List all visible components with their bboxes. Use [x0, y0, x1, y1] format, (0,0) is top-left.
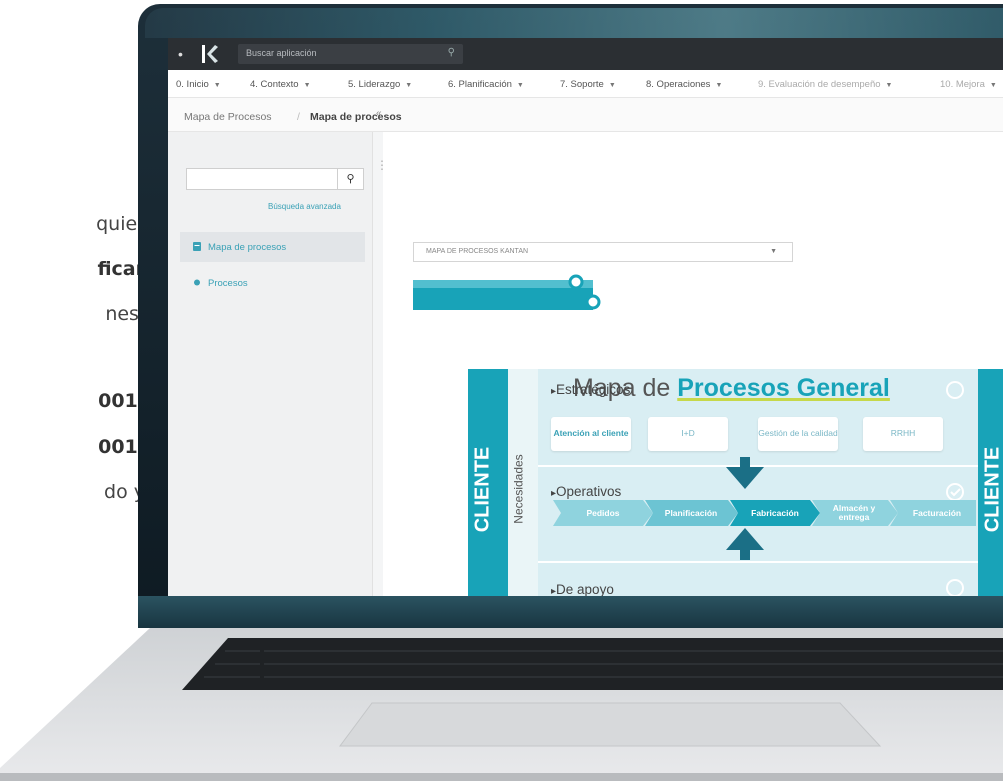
nav-item-mejora[interactable]: 10. Mejora ▼: [940, 79, 997, 90]
connector-node: [568, 274, 584, 290]
laptop-reflection: [145, 8, 1003, 38]
chevron-down-icon: ▼: [715, 82, 723, 89]
chevron-down-icon: ▼: [885, 82, 893, 89]
app-topbar: • Buscar aplicación ⚲: [168, 38, 1003, 70]
section-operative-title: Operativos: [551, 484, 621, 499]
nav-label: 5. Liderazgo: [348, 79, 401, 90]
sidebar-item-label: Procesos: [208, 278, 248, 289]
strategic-box[interactable]: RRHH: [863, 417, 943, 451]
section-strategic-title: Estratégicos: [551, 382, 630, 397]
nav-label: 6. Planificación: [448, 79, 512, 90]
section-support-title: De apoyo: [551, 582, 614, 596]
needs-label: Necesidades: [511, 454, 526, 524]
search-placeholder: Buscar aplicación: [246, 48, 317, 58]
strategic-box[interactable]: Gestión de la calidad: [758, 417, 838, 451]
diagram-title-highlight: Procesos General: [677, 374, 890, 402]
nav-item-inicio[interactable]: 0. Inicio ▼: [176, 79, 221, 90]
sidebar: ⚲ Búsqueda avanzada Mapa de procesos Pro…: [168, 132, 373, 596]
operative-step[interactable]: Almacén y entrega: [820, 500, 888, 526]
nav-item-planificacion[interactable]: 6. Planificación ▼: [448, 79, 524, 90]
chevron-down-icon: ▼: [516, 82, 524, 89]
nav-item-operaciones[interactable]: 8. Operaciones ▼: [646, 79, 722, 90]
header-tab-highlight: [413, 280, 593, 288]
nav-label: 4. Contexto: [250, 79, 299, 90]
dot-icon: [194, 279, 200, 286]
right-client-label: CLIENTE: [981, 446, 1003, 533]
operative-step[interactable]: Planificación: [653, 500, 729, 526]
nav-item-evaluacion[interactable]: 9. Evaluación de desempeño ▼: [758, 79, 892, 90]
app-search-input[interactable]: Buscar aplicación ⚲: [238, 44, 463, 64]
main-navbar: 0. Inicio ▼ 4. Contexto ▼ 5. Liderazgo ▼ 6.…: [168, 70, 1003, 98]
collapse-sidebar-icon[interactable]: «: [376, 108, 382, 119]
app-screen: • Buscar aplicación ⚲ 0. Inicio ▼ 4. Cont…: [168, 38, 1003, 596]
strategic-box[interactable]: I+D: [648, 417, 728, 451]
connector-node: [585, 294, 601, 310]
app-logo[interactable]: [196, 41, 222, 67]
nav-label: 9. Evaluación de desempeño: [758, 79, 881, 90]
laptop-base: [0, 628, 1003, 781]
sidebar-search-input[interactable]: ⚲: [186, 168, 364, 190]
left-client-label: CLIENTE: [471, 446, 494, 533]
breadcrumb-current: Mapa de procesos: [310, 111, 402, 123]
nav-label: 8. Operaciones: [646, 79, 711, 90]
laptop-bezel-bottom: [138, 596, 1003, 628]
operative-step[interactable]: Fabricación: [738, 500, 812, 526]
nav-item-soporte[interactable]: 7. Soporte ▼: [560, 79, 616, 90]
search-icon[interactable]: ⚲: [448, 47, 455, 58]
nav-item-contexto[interactable]: 4. Contexto ▼: [250, 79, 311, 90]
nav-label: 10. Mejora: [940, 79, 985, 90]
chevron-down-icon: ▼: [303, 82, 311, 89]
breadcrumb-separator: /: [297, 111, 300, 123]
chevron-down-icon: ▼: [989, 82, 997, 89]
operative-step[interactable]: Facturación: [898, 500, 976, 526]
chevron-down-icon: ▼: [405, 82, 413, 89]
trackpad: [339, 702, 882, 747]
breadcrumb-root[interactable]: Mapa de Procesos: [184, 111, 272, 123]
nav-item-liderazgo[interactable]: 5. Liderazgo ▼: [348, 79, 412, 90]
breadcrumb: Mapa de Procesos / Mapa de procesos: [168, 98, 1003, 132]
map-icon: [193, 242, 201, 251]
chevron-down-icon: ▼: [608, 82, 616, 89]
operative-step[interactable]: Pedidos: [563, 500, 643, 526]
laptop-mockup-scene: quier ficar nes. 001, 001, do y • Buscar…: [0, 0, 1003, 781]
hamburger-icon[interactable]: •: [178, 46, 183, 62]
nav-label: 0. Inicio: [176, 79, 209, 90]
advanced-search-link[interactable]: Búsqueda avanzada: [268, 202, 341, 211]
main-content: MAPA DE PROCESOS KANTAN ▼ Mapa de Proces…: [383, 132, 1003, 596]
search-icon[interactable]: ⚲: [337, 169, 363, 189]
sidebar-item-procesos[interactable]: Procesos: [180, 268, 365, 298]
chevron-down-icon: ▼: [213, 82, 221, 89]
nav-label: 7. Soporte: [560, 79, 604, 90]
strategic-box[interactable]: Atención al cliente: [551, 417, 631, 451]
sidebar-item-label: Mapa de procesos: [208, 242, 287, 253]
sidebar-item-mapa-de-procesos[interactable]: Mapa de procesos: [180, 232, 365, 262]
